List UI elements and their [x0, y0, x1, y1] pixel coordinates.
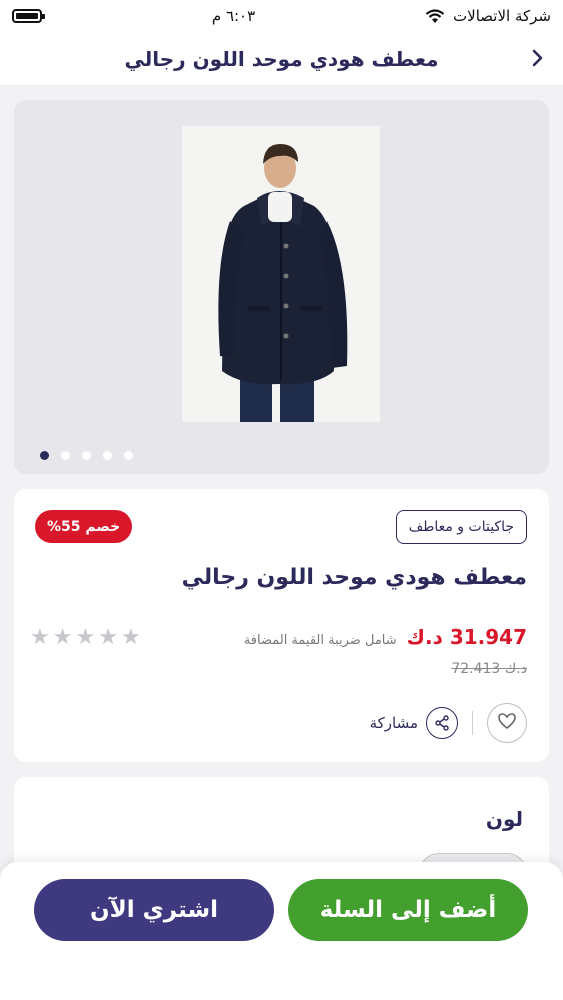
current-price: 31.947 د.ك — [406, 625, 527, 649]
status-bar: ٦:٠٣ م شركة الاتصالات — [0, 0, 563, 32]
status-carrier-group: شركة الاتصالات — [425, 7, 551, 25]
product-image — [182, 126, 380, 422]
heart-icon — [497, 712, 517, 734]
star-icon: ★ — [30, 625, 50, 650]
gallery-dot[interactable] — [61, 451, 70, 460]
favorite-button[interactable] — [487, 703, 527, 743]
carrier-name: شركة الاتصالات — [453, 7, 551, 25]
gallery-dot[interactable] — [40, 451, 49, 460]
share-icon — [426, 707, 458, 739]
discount-badge: خصم 55% — [35, 510, 133, 543]
product-name: معطف هودي موحد اللون رجالي — [181, 565, 527, 590]
gallery-dot[interactable] — [82, 451, 91, 460]
star-icon: ★ — [52, 625, 73, 650]
share-row: مشاركة — [370, 703, 527, 743]
price-row: 31.947 د.ك شامل ضريبة القيمة المضافة — [244, 625, 527, 649]
rating-stars[interactable]: ★ ★ ★ ★ ★ — [30, 627, 141, 649]
buy-now-button[interactable]: اشتري الآن — [34, 879, 274, 941]
star-icon: ★ — [75, 625, 96, 650]
page-title: معطف هودي موحد اللون رجالي — [124, 46, 439, 71]
product-info-card: جاكيتات و معاطف خصم 55% معطف هودي موحد ا… — [14, 489, 549, 762]
status-time: ٦:٠٣ م — [211, 7, 256, 25]
old-price: 72.413 د.ك — [451, 661, 527, 677]
category-chip[interactable]: جاكيتات و معاطف — [395, 510, 527, 544]
gallery-pagination — [40, 451, 133, 460]
gallery-dot[interactable] — [103, 451, 112, 460]
share-button[interactable]: مشاركة — [370, 707, 458, 739]
app-header: معطف هودي موحد اللون رجالي — [0, 32, 563, 86]
tax-note: شامل ضريبة القيمة المضافة — [243, 633, 397, 648]
gallery-dot[interactable] — [124, 451, 133, 460]
divider — [472, 711, 473, 735]
wifi-icon — [425, 8, 445, 24]
add-to-cart-button[interactable]: أضف إلى السلة — [288, 879, 528, 941]
star-icon: ★ — [120, 625, 141, 650]
color-section-title: لون — [485, 807, 523, 831]
product-gallery[interactable] — [14, 100, 549, 474]
bottom-action-bar: أضف إلى السلة اشتري الآن — [0, 862, 563, 1000]
chevron-right-icon[interactable] — [525, 46, 549, 70]
star-icon: ★ — [98, 625, 118, 650]
battery-icon — [12, 9, 45, 23]
share-label: مشاركة — [369, 714, 418, 732]
